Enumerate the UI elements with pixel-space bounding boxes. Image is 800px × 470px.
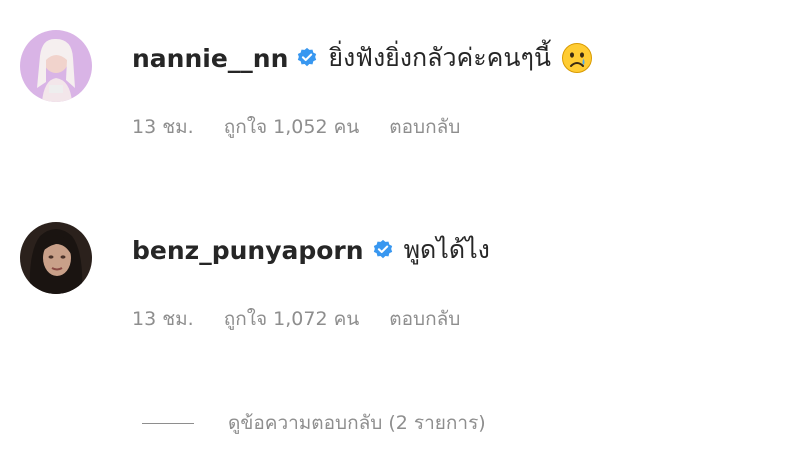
replies-divider [142, 422, 194, 424]
comment-thread: nannie__nn ยิ่งฟังยิ่งกลัวค่ะคนๆนี้ 13 ช… [0, 0, 800, 470]
verified-badge-icon [296, 47, 318, 69]
likes-count[interactable]: ถูกใจ 1,072 คน [224, 304, 360, 334]
comment-text: ยิ่งฟังยิ่งกลัวค่ะคนๆนี้ [328, 43, 551, 72]
comment-header: nannie__nn ยิ่งฟังยิ่งกลัวค่ะคนๆนี้ [132, 36, 593, 80]
comment-text: พูดได้ไง [403, 235, 490, 264]
likes-count[interactable]: ถูกใจ 1,052 คน [224, 112, 360, 142]
avatar[interactable] [20, 30, 92, 102]
avatar[interactable] [20, 222, 92, 294]
reply-button[interactable]: ตอบกลับ [389, 304, 460, 334]
username-link[interactable]: benz_punyaporn [132, 236, 364, 265]
avatar-image [20, 222, 92, 294]
verified-badge-icon [372, 239, 394, 261]
timestamp: 13 ชม. [132, 308, 194, 330]
comment-meta: 13 ชม. ถูกใจ 1,052 คน ตอบกลับ [132, 112, 460, 142]
username-link[interactable]: nannie__nn [132, 44, 288, 73]
timestamp: 13 ชม. [132, 116, 194, 138]
reply-button[interactable]: ตอบกลับ [389, 112, 460, 142]
comment-meta: 13 ชม. ถูกใจ 1,072 คน ตอบกลับ [132, 304, 460, 334]
crying-face-icon [561, 42, 593, 74]
view-replies-button[interactable]: ดูข้อความตอบกลับ (2 รายการ) [142, 408, 486, 438]
view-replies-label: ดูข้อความตอบกลับ (2 รายการ) [228, 412, 486, 434]
avatar-image [20, 30, 92, 102]
comment-header: benz_punyaporn พูดได้ไง [132, 228, 490, 272]
